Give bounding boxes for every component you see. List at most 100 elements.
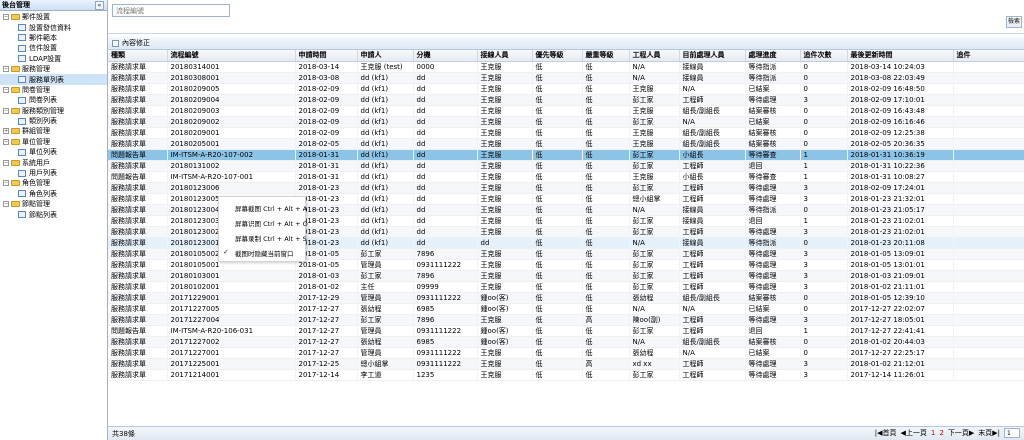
tree-group[interactable]: − 單位管理 — [0, 137, 107, 147]
table-row[interactable]: 服務請求單 20171227004 2017-12-27 彭工家 7896 王克服低高陳o… — [108, 314, 1024, 326]
tree-item-label: 設置發信資料 — [29, 23, 71, 32]
last-page-link[interactable]: 末頁▶| — [978, 428, 1000, 438]
column-header[interactable]: 申請時間 — [295, 50, 358, 62]
column-header[interactable]: 種類 — [108, 50, 168, 62]
table-cell: 低 — [582, 248, 630, 260]
column-header[interactable]: 流程編號 — [167, 50, 296, 62]
table-cell: dd (kf1) — [357, 226, 414, 238]
table-cell: 3 — [800, 270, 848, 282]
query-button[interactable]: 檢索 — [1006, 16, 1022, 28]
table-cell: 3 — [800, 226, 848, 238]
column-header[interactable]: 接線人員 — [477, 50, 533, 62]
collapse-toggle-icon[interactable]: − — [3, 138, 9, 145]
column-header[interactable]: 工程人員 — [629, 50, 680, 62]
table-row[interactable]: 服務請求單 20180209005 2018-02-09 dd (kf1) dd 王克服低… — [108, 83, 1024, 95]
table-row[interactable]: 問題報告單 IM-ITSM-A-R20-106-031 2017-12-27 管理員 0… — [108, 325, 1024, 337]
column-header[interactable]: 嚴重等級 — [582, 50, 630, 62]
table-row[interactable]: 服務請求單 20171227005 2017-12-27 張幼程 6985 鍾oo(客) 低… — [108, 303, 1024, 315]
tree-item[interactable]: 類別列表 — [0, 116, 107, 126]
table-row[interactable]: 服務請求單 20180123006 2018-01-23 dd (kf1) dd 王克服低… — [108, 182, 1024, 194]
pagination-bar: 共38條 |◀首頁 ◀上一頁 1 2 下一頁▶ 末頁▶| — [108, 426, 1024, 440]
context-menu-item[interactable]: 屏幕识图 Ctrl + Alt + O — [219, 215, 308, 230]
column-header[interactable]: 申請人 — [357, 50, 414, 62]
collapse-toggle-icon[interactable]: + — [3, 128, 9, 135]
table-row[interactable]: 問題報告單 IM-ITSM-A-R20-107-002 2018-01-31 dd (… — [108, 149, 1024, 161]
tree-group[interactable]: + 群組管理 — [0, 126, 107, 136]
table-row[interactable]: 服務請求單 20180314001 2018-03-14 王克服 (test) 0000… — [108, 61, 1024, 73]
table-cell: 2018-03-08 — [295, 72, 358, 84]
table-row[interactable]: 服務請求單 20180209004 2018-02-09 dd (kf1) dd 王克服低… — [108, 94, 1024, 106]
table-cell: 7896 — [413, 270, 478, 282]
table-cell: 王克服 — [629, 127, 680, 139]
next-page-link[interactable]: 下一頁▶ — [948, 428, 974, 438]
table-row[interactable]: 服務請求單 20171214001 2017-12-14 李工道 1235 王克服低低彭工… — [108, 369, 1024, 381]
collapse-toggle-icon[interactable]: − — [3, 201, 9, 208]
tree-item[interactable]: 用戶列表 — [0, 168, 107, 178]
tree-group[interactable]: − 郵件設置 — [0, 12, 107, 22]
collapse-toggle-icon[interactable]: − — [3, 180, 9, 187]
table-cell: 問題報告單 — [108, 149, 168, 161]
tree-item[interactable]: 設置發信資料 — [0, 22, 107, 32]
table-row[interactable]: 問題報告單 IM-ITSM-A-R20-107-001 2018-01-31 dd (… — [108, 171, 1024, 183]
table-row[interactable]: 服務請求單 20171227001 2017-12-27 管理員 0931111222 王… — [108, 347, 1024, 359]
context-menu-item[interactable]: ✓ 截图时隐藏当前窗口 — [219, 245, 305, 260]
table-cell: 2018-02-09 12:25:38 — [847, 127, 954, 139]
context-menu-item[interactable]: 屏幕录制 Ctrl + Alt + S — [219, 230, 307, 245]
page-number-input[interactable] — [1004, 428, 1020, 438]
tree-item[interactable]: 信件設置 — [0, 43, 107, 53]
tree-item[interactable]: LDAP設置 — [0, 54, 107, 64]
collapse-toggle-icon[interactable]: − — [3, 86, 9, 93]
tree-group[interactable]: − 系統用戶 — [0, 157, 107, 167]
prev-page-link[interactable]: ◀上一頁 — [901, 428, 927, 438]
tree-group[interactable]: − 問卷管理 — [0, 85, 107, 95]
page-icon — [18, 117, 26, 125]
collapse-toggle-icon[interactable]: − — [3, 107, 9, 114]
collapse-toggle-icon[interactable]: − — [3, 159, 9, 166]
table-row[interactable]: 服務請求單 20180103001 2018-01-03 彭工家 7896 王克服低低彭工… — [108, 270, 1024, 282]
page-1-link[interactable]: 1 — [931, 429, 935, 437]
panel-title: 內容修正 — [108, 37, 1024, 50]
table-row[interactable]: 服務請求單 20180131002 2018-01-31 dd (kf1) dd 王克服低… — [108, 160, 1024, 172]
tree-group[interactable]: − 節點管理 — [0, 199, 107, 209]
table-row[interactable]: 服務請求單 20180209001 2018-02-09 dd (kf1) dd 王克服低… — [108, 127, 1024, 139]
tree-group[interactable]: − 服務管理 — [0, 64, 107, 74]
table-cell: 彭工家 — [629, 325, 680, 337]
table-row[interactable]: 服務請求單 20171225001 2017-12-25 總小組掌 0931111222… — [108, 358, 1024, 370]
table-row[interactable]: 服務請求單 20180205001 2018-02-05 dd (kf1) dd 王克服低… — [108, 138, 1024, 150]
tree-item[interactable]: 節點列表 — [0, 209, 107, 219]
table-cell — [953, 336, 1024, 348]
table-row[interactable]: 服務請求單 20180102001 2018-01-02 主任 09999 王克服低低彭工… — [108, 281, 1024, 293]
context-menu-item[interactable]: 屏幕截图 Ctrl + Alt + A — [219, 200, 307, 215]
first-page-link[interactable]: |◀首頁 — [875, 428, 897, 438]
search-input[interactable] — [112, 4, 230, 17]
table-cell: 3 — [800, 94, 848, 106]
tree-item[interactable]: 服務單列表 — [0, 74, 107, 85]
column-header[interactable]: 目前處理人員 — [679, 50, 746, 62]
column-header[interactable]: 優先等級 — [532, 50, 583, 62]
table-cell: 服務請求單 — [108, 336, 168, 348]
tree-item[interactable]: 角色列表 — [0, 189, 107, 199]
column-header[interactable]: 處理進度 — [745, 50, 801, 62]
table-row[interactable]: 服務請求單 20171229001 2017-12-29 管理員 0931111222 鍾… — [108, 292, 1024, 304]
column-header[interactable]: 最後更新時間 — [847, 50, 954, 62]
tree-item[interactable]: 問卷列表 — [0, 95, 107, 105]
table-cell: 等待處理 — [745, 314, 801, 326]
column-header[interactable]: 追件 — [953, 50, 1024, 62]
tree-item[interactable]: 單位列表 — [0, 147, 107, 157]
column-header[interactable]: 追件次數 — [800, 50, 848, 62]
tree-group[interactable]: − 角色管理 — [0, 178, 107, 188]
collapse-toggle-icon[interactable]: − — [3, 66, 9, 73]
tree-group[interactable]: − 服務類別管理 — [0, 106, 107, 116]
column-header[interactable]: 分機 — [413, 50, 478, 62]
table-row[interactable]: 服務請求單 20180209003 2018-02-09 dd (kf1) dd 王克服低… — [108, 105, 1024, 117]
table-row[interactable]: 服務請求單 20180308001 2018-03-08 dd (kf1) dd 王克服低… — [108, 72, 1024, 84]
collapse-toggle-icon[interactable]: − — [3, 14, 9, 21]
table-row[interactable]: 服務請求單 20171227002 2017-12-27 張幼程 6985 鍾oo(客) 低… — [108, 336, 1024, 348]
table-cell: dd (kf1) — [357, 193, 414, 205]
table-row[interactable]: 服務請求單 20180209002 2018-02-09 dd (kf1) dd 王克服低… — [108, 116, 1024, 128]
double-chevron-left-icon[interactable]: « — [95, 1, 104, 10]
page-2-link[interactable]: 2 — [939, 429, 943, 437]
table-cell: dd — [413, 226, 478, 238]
tree-item[interactable]: 郵件範本 — [0, 33, 107, 43]
table-cell — [953, 325, 1024, 337]
